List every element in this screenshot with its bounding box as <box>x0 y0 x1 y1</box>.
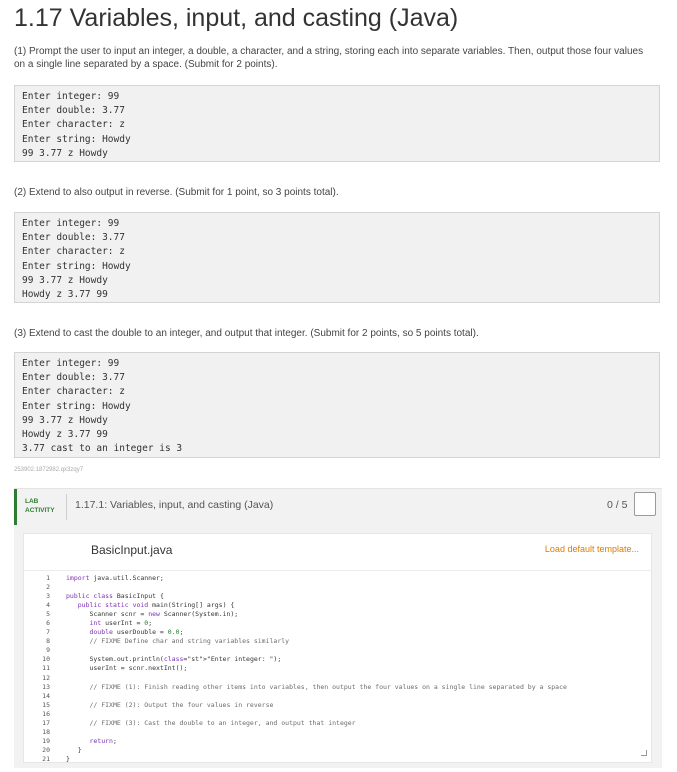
line-number: 10 <box>42 655 50 664</box>
output-line: Enter integer: 99 <box>22 218 120 229</box>
line-number-gutter: 1 2 3 4 5 6 7 8 9 10 11 12 13 14 15 16 17 18 19 20 21 <box>24 571 54 763</box>
line-number: 9 <box>46 646 50 655</box>
code-line[interactable]: } <box>66 746 646 755</box>
step-1-example-output: Enter integer: 99 Enter double: 3.77 Enter… <box>14 85 660 162</box>
output-line: Howdy z 3.77 99 <box>22 288 108 300</box>
code-line[interactable]: // FIXME (2): Output the four values in … <box>66 701 646 710</box>
lab-tag-line1: LAB <box>25 498 39 505</box>
line-number: 15 <box>42 700 50 709</box>
step-2-example-output: Enter integer: 99 Enter double: 3.77 Enter… <box>14 212 660 303</box>
step-3-example-output: Enter integer: 99 Enter double: 3.77 Enter… <box>14 352 660 458</box>
output-line: Enter string: Howdy <box>22 260 131 272</box>
line-number: 18 <box>42 727 50 736</box>
output-line: Enter integer: 99 <box>22 358 120 369</box>
lab-activity-panel: LAB ACTIVITY 1.17.1: Variables, input, a… <box>14 488 662 768</box>
code-line[interactable]: // FIXME (3): Cast the double to an inte… <box>66 719 646 728</box>
line-number: 11 <box>42 664 50 673</box>
lab-score: 0 / 5 <box>607 499 628 511</box>
code-line[interactable]: System.out.println(class="st">"Enter int… <box>66 655 646 664</box>
line-number: 19 <box>42 736 50 745</box>
line-number: 13 <box>42 682 50 691</box>
score-completion-icon <box>634 492 656 516</box>
code-line[interactable]: // FIXME Define char and string variable… <box>66 637 646 646</box>
line-number: 2 <box>46 583 50 592</box>
line-number: 21 <box>42 754 50 763</box>
line-number: 17 <box>42 718 50 727</box>
code-editor-panel: BasicInput.java Load default template...… <box>23 533 652 763</box>
code-line[interactable] <box>66 728 646 737</box>
output-line: Enter character: z <box>22 386 125 398</box>
line-number: 1 <box>46 574 50 582</box>
output-line: 99 3.77 z Howdy <box>22 274 108 286</box>
code-line[interactable]: return; <box>66 737 646 746</box>
output-line: Enter double: 3.77 <box>22 105 125 117</box>
output-line: Howdy z 3.77 99 <box>22 428 108 440</box>
lab-activity-tag: LAB ACTIVITY <box>25 497 65 515</box>
line-number: 4 <box>46 601 50 610</box>
code-editor[interactable]: 1 2 3 4 5 6 7 8 9 10 11 12 13 14 15 16 17 18 19 20 21 import… <box>24 570 651 764</box>
code-line[interactable] <box>66 710 646 719</box>
resize-handle-icon[interactable] <box>641 750 647 756</box>
line-number: 16 <box>42 709 50 718</box>
line-number: 14 <box>42 691 50 700</box>
output-line: Enter character: z <box>22 246 125 258</box>
output-line: 99 3.77 z Howdy <box>22 147 108 159</box>
line-number: 6 <box>46 619 50 628</box>
lab-activity-name: 1.17.1: Variables, input, and casting (J… <box>75 499 274 511</box>
code-line[interactable] <box>66 692 646 701</box>
line-number: 5 <box>46 610 50 619</box>
code-line[interactable]: // FIXME (1): Finish reading other items… <box>66 683 646 692</box>
content-resource-id: 253902.1872982.qx3zqy7 <box>14 467 84 473</box>
code-line[interactable]: public class BasicInput { <box>66 592 646 601</box>
code-line[interactable]: import java.util.Scanner; <box>66 574 646 583</box>
step-3-instruction: (3) Extend to cast the double to an inte… <box>14 328 479 339</box>
code-line[interactable]: } <box>66 755 646 764</box>
line-number: 7 <box>46 628 50 637</box>
source-code[interactable]: import java.util.Scanner; public class Ba… <box>66 571 646 764</box>
output-line: Enter character: z <box>22 119 125 131</box>
code-line[interactable] <box>66 646 646 655</box>
output-line: Enter string: Howdy <box>22 400 131 412</box>
code-line[interactable] <box>66 583 646 592</box>
code-line[interactable]: int userInt = 0; <box>66 619 646 628</box>
output-line: Enter integer: 99 <box>22 91 120 102</box>
code-line[interactable] <box>66 674 646 683</box>
code-line[interactable]: Scanner scnr = new Scanner(System.in); <box>66 610 646 619</box>
page-title: 1.17 Variables, input, and casting (Java… <box>14 4 459 32</box>
output-line: 99 3.77 z Howdy <box>22 414 108 426</box>
code-line[interactable]: double userDouble = 0.0; <box>66 628 646 637</box>
step-2-instruction: (2) Extend to also output in reverse. (S… <box>14 187 339 198</box>
line-number: 8 <box>46 637 50 646</box>
output-line: Enter double: 3.77 <box>22 372 125 384</box>
output-line: Enter double: 3.77 <box>22 232 125 244</box>
line-number: 12 <box>42 673 50 682</box>
line-number: 20 <box>42 745 50 754</box>
output-line: Enter string: Howdy <box>22 133 131 145</box>
lab-accent-bar <box>14 489 17 525</box>
code-line[interactable]: userInt = scnr.nextInt(); <box>66 664 646 673</box>
output-line: 3.77 cast to an integer is 3 <box>22 443 183 455</box>
lab-divider <box>66 494 67 520</box>
line-number: 3 <box>46 592 50 601</box>
editor-filename: BasicInput.java <box>91 543 173 557</box>
load-default-template-link[interactable]: Load default template... <box>545 544 639 554</box>
lab-tag-line2: ACTIVITY <box>25 507 55 514</box>
step-1-instruction: (1) Prompt the user to input an integer,… <box>14 46 644 70</box>
code-line[interactable]: public static void main(String[] args) { <box>66 601 646 610</box>
